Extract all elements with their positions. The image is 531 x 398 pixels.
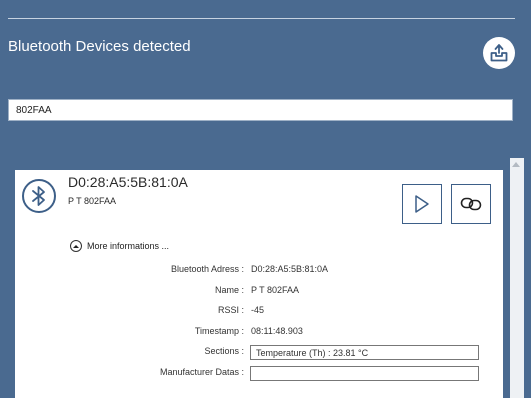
- device-card: D0:28:A5:5B:81:0A P T 802FAA More inform…: [15, 170, 503, 398]
- name-value: P T 802FAA: [251, 285, 300, 295]
- link-icon: [460, 197, 482, 211]
- manufacturer-label: Manufacturer Datas :: [159, 367, 244, 377]
- sections-label: Sections :: [204, 346, 244, 356]
- play-button[interactable]: [402, 184, 442, 224]
- rssi-value: -45: [251, 305, 265, 315]
- connect-button[interactable]: [451, 184, 491, 224]
- sections-field[interactable]: Temperature (Th) : 23.81 °C: [250, 345, 479, 360]
- page-title: Bluetooth Devices detected: [8, 38, 191, 55]
- export-tray-icon: [490, 44, 508, 62]
- device-address: D0:28:A5:5B:81:0A: [68, 174, 188, 190]
- chevron-up-icon: [70, 240, 82, 252]
- device-name: P T 802FAA: [68, 196, 117, 206]
- name-label: Name :: [214, 285, 244, 295]
- more-info-toggle[interactable]: More informations ...: [70, 240, 169, 252]
- scroll-up-arrow-icon[interactable]: [512, 162, 520, 167]
- more-info-label: More informations ...: [87, 241, 170, 251]
- timestamp-value: 08:11:48.903: [251, 326, 303, 336]
- manufacturer-field[interactable]: [250, 366, 479, 381]
- address-label: Bluetooth Adress :: [170, 264, 244, 274]
- address-value: D0:28:A5:5B:81:0A: [251, 264, 329, 274]
- rssi-label: RSSI :: [217, 305, 244, 315]
- scrollbar[interactable]: [510, 158, 524, 398]
- bluetooth-icon: [22, 179, 56, 213]
- export-button[interactable]: [483, 37, 515, 69]
- timestamp-label: Timestamp :: [194, 326, 244, 336]
- search-input[interactable]: [8, 99, 513, 121]
- play-icon: [415, 195, 429, 213]
- header-divider: [8, 18, 515, 19]
